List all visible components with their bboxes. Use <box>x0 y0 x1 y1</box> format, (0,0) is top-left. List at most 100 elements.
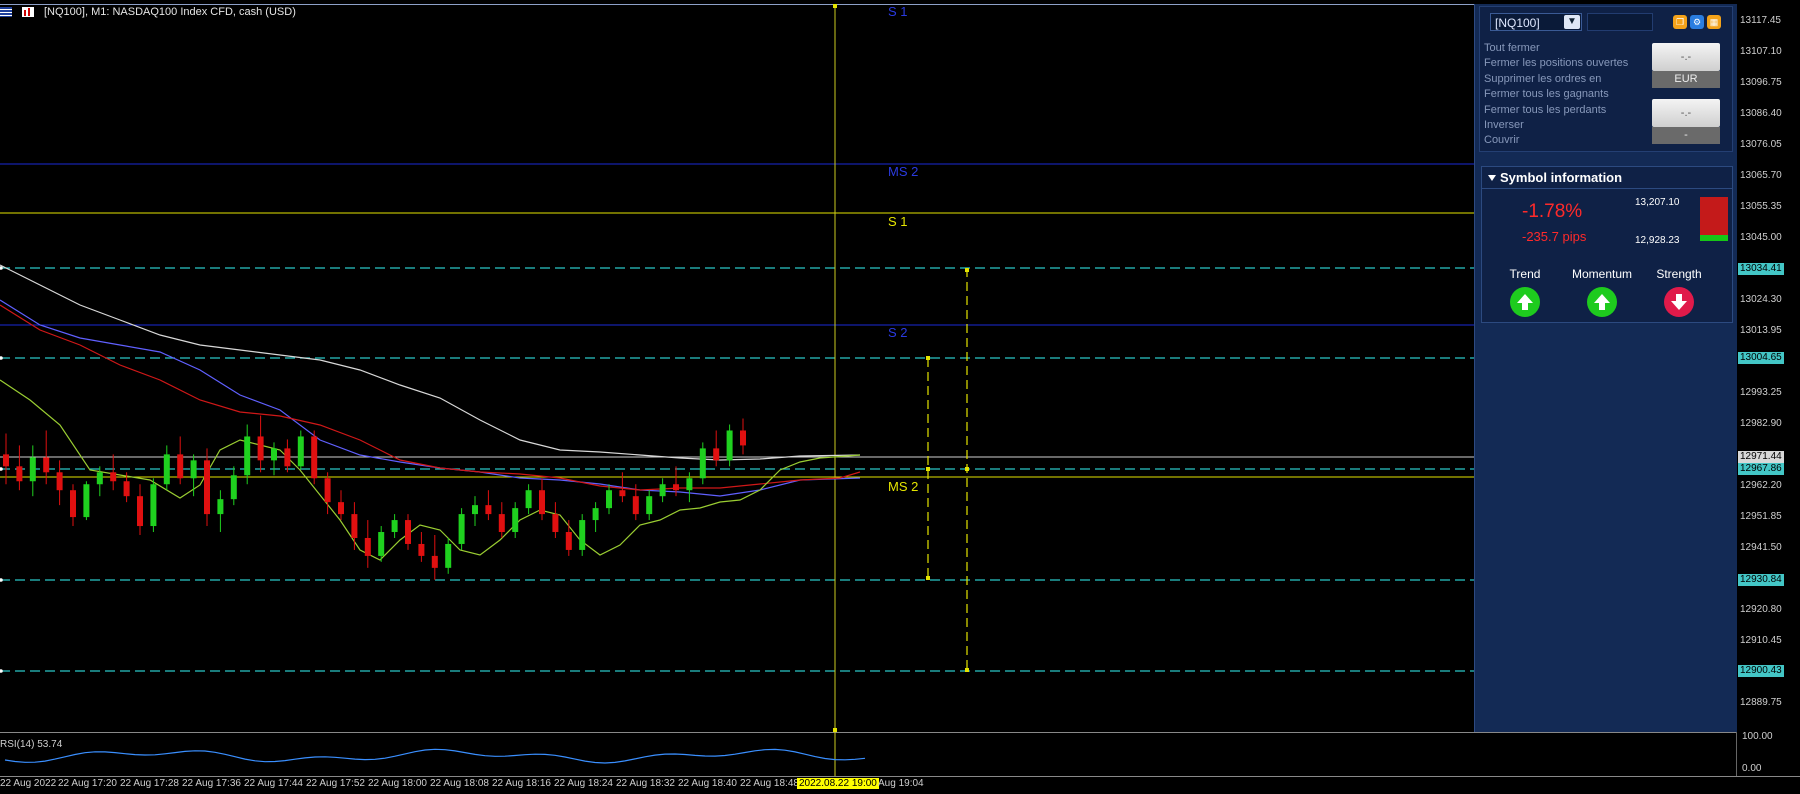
time-tick: 22 Aug 17:28 <box>120 778 179 789</box>
chevron-down-icon[interactable]: ▼ <box>1564 15 1580 29</box>
grid-icon[interactable]: ▦ <box>1707 15 1721 29</box>
strength-label: Strength <box>1656 267 1702 281</box>
price-tag-white: 12971.44 <box>1738 451 1784 463</box>
cursor-anchor <box>833 728 837 732</box>
time-tick: 22 Aug 17:52 <box>306 778 365 789</box>
range-bar-red <box>1700 197 1728 235</box>
value-button-1[interactable]: -.- <box>1652 43 1720 71</box>
candle-body <box>552 514 559 533</box>
rsi-line <box>4 748 866 764</box>
price-tick: 12951.85 <box>1740 511 1782 522</box>
candle-body <box>56 472 63 491</box>
candle-body <box>177 454 184 479</box>
candle-body <box>418 543 425 556</box>
time-tick: 22 Aug 18:08 <box>430 778 489 789</box>
candle-body <box>297 436 304 467</box>
symbol-info-card: Symbol information -1.78% -235.7 pips 13… <box>1481 166 1733 323</box>
time-tick: 22 Aug 18:00 <box>368 778 427 789</box>
candle-body <box>458 514 465 544</box>
range-anchor <box>965 268 969 272</box>
price-tick: 12982.90 <box>1740 418 1782 429</box>
time-tick: 22 Aug 18:24 <box>554 778 613 789</box>
range-anchor <box>926 356 930 360</box>
candle-body <box>565 532 572 550</box>
symbol-info-header[interactable]: Symbol information <box>1482 167 1732 189</box>
level-s2: S 2 <box>888 325 908 340</box>
candle-body <box>150 484 157 527</box>
candle-body <box>579 520 586 550</box>
menu-close-open[interactable]: Fermer les positions ouvertes <box>1484 56 1628 71</box>
price-tag-cyan: 13004.65 <box>1738 352 1784 364</box>
flag-icon <box>0 7 12 17</box>
menu-hedge[interactable]: Couvrir <box>1484 133 1628 148</box>
menu-delete-orders[interactable]: Supprimer les ordres en <box>1484 72 1628 87</box>
level-ms2-bottom: MS 2 <box>888 479 919 494</box>
lot-input[interactable] <box>1587 13 1653 31</box>
rsi-axis-top: 100.00 <box>1742 731 1773 742</box>
range-bar-green <box>1700 235 1728 241</box>
price-tick: 13107.10 <box>1740 46 1782 57</box>
candle-body <box>391 520 398 533</box>
chart-type-icon[interactable] <box>22 7 34 17</box>
price-tick: 12920.80 <box>1740 604 1782 615</box>
level-anchor <box>0 669 3 673</box>
candle-body <box>606 490 612 509</box>
cursor-anchor <box>833 4 837 8</box>
day-high: 13,207.10 <box>1635 197 1680 208</box>
time-cursor-label: 2022.08.22 19:00 <box>797 778 879 789</box>
momentum-label: Momentum <box>1571 267 1633 281</box>
time-tick: 22 Aug 18:40 <box>678 778 737 789</box>
candle-body <box>405 520 411 544</box>
price-tick: 12993.25 <box>1740 387 1782 398</box>
price-tick: 13065.70 <box>1740 170 1782 181</box>
candle-body <box>498 514 505 533</box>
change-pips: -235.7 pips <box>1522 229 1587 244</box>
menu-close-losers[interactable]: Fermer tous les perdants <box>1484 103 1628 118</box>
candle-body <box>217 499 224 515</box>
candle-body <box>740 430 746 446</box>
value-label-3: - <box>1652 127 1720 144</box>
level-anchor <box>0 467 3 471</box>
time-tick: 22 Aug 18:48 <box>740 778 799 789</box>
time-tick: 22 Aug 17:20 <box>58 778 117 789</box>
candle-body <box>699 448 706 479</box>
candle-body <box>96 472 103 485</box>
candle-body <box>16 466 23 482</box>
candle-body <box>110 472 117 482</box>
arrow-up-icon <box>1587 287 1617 317</box>
price-tick: 13045.00 <box>1740 232 1782 243</box>
range-anchor <box>965 668 969 672</box>
range-anchor <box>926 576 930 580</box>
menu-close-winners[interactable]: Fermer tous les gagnants <box>1484 87 1628 102</box>
time-tick: 22 Aug 18:16 <box>492 778 551 789</box>
chart-header: [NQ100], M1: NASDAQ100 Index CFD, cash (… <box>0 4 296 20</box>
candle-body <box>257 436 264 461</box>
candle-body <box>431 555 438 568</box>
price-tick: 13117.45 <box>1740 15 1781 26</box>
arrow-down-icon <box>1664 287 1694 317</box>
candle-body <box>686 478 693 491</box>
copy-icon[interactable]: ❐ <box>1673 15 1687 29</box>
level-s1-top: S 1 <box>888 4 908 19</box>
range-anchor <box>965 467 969 471</box>
price-tick: 12889.75 <box>1740 697 1782 708</box>
range-anchor <box>926 467 930 471</box>
candle-body <box>673 484 679 491</box>
day-low: 12,928.23 <box>1635 235 1680 246</box>
candle-body <box>726 430 733 461</box>
menu-close-all[interactable]: Tout fermer <box>1484 41 1628 56</box>
time-tick: 22 Aug 17:44 <box>244 778 303 789</box>
candle-body <box>364 537 371 556</box>
value-button-2[interactable]: -.- <box>1652 99 1720 127</box>
price-tick: 13013.95 <box>1740 325 1782 336</box>
candle-body <box>29 457 36 482</box>
level-ms2-top: MS 2 <box>888 164 919 179</box>
price-tick: 12941.50 <box>1740 542 1782 553</box>
level-anchor <box>0 356 3 360</box>
menu-reverse[interactable]: Inverser <box>1484 118 1628 133</box>
candle-body <box>271 448 277 461</box>
candle-body <box>284 448 291 467</box>
candle-body <box>311 436 318 479</box>
caret-down-icon <box>1488 175 1496 181</box>
gear-icon[interactable]: ⚙ <box>1690 15 1704 29</box>
